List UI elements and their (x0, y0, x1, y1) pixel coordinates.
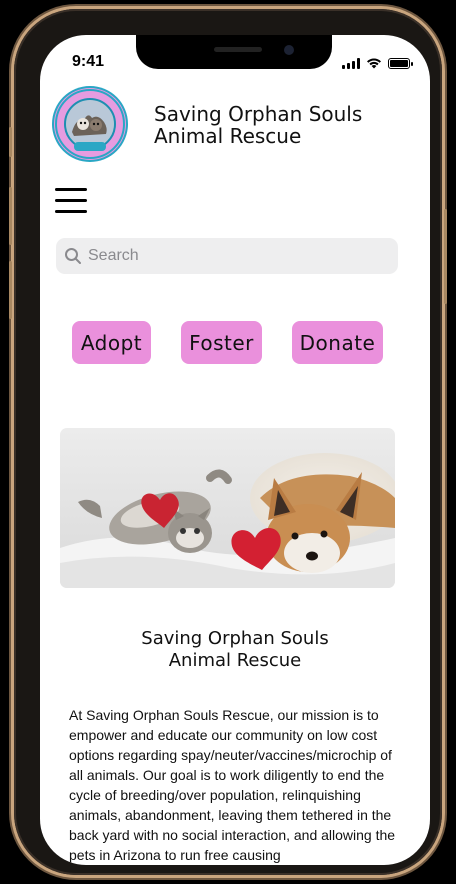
search-input[interactable] (86, 246, 380, 266)
status-time: 9:41 (72, 53, 105, 70)
phone-frame: 9:41 Saving Orphan Souls Animal Rescue S… (9, 9, 447, 875)
status-icons (342, 57, 413, 69)
foster-button[interactable]: Foster (181, 321, 262, 364)
speaker-grille (214, 47, 262, 52)
side-button-volume-down (9, 261, 12, 319)
donate-button[interactable]: Donate (292, 321, 383, 364)
search-bar[interactable] (56, 238, 398, 274)
mission-statement: At Saving Orphan Souls Rescue, our missi… (69, 707, 396, 863)
cellular-signal-icon (342, 57, 360, 69)
hamburger-menu-icon[interactable] (55, 188, 87, 214)
front-camera (284, 45, 294, 55)
wifi-icon (367, 58, 381, 69)
brand-title: Saving Orphan Souls Animal Rescue (154, 102, 363, 148)
battery-icon (388, 57, 413, 69)
side-button-volume-up (9, 187, 12, 245)
notch (136, 35, 332, 69)
side-button-power (444, 209, 447, 304)
adopt-button[interactable]: Adopt (72, 321, 151, 364)
search-icon (65, 248, 81, 264)
sos-logo[interactable] (54, 88, 126, 160)
side-button-silent (9, 127, 12, 157)
screen: 9:41 Saving Orphan Souls Animal Rescue S… (40, 35, 430, 865)
section-title: Saving Orphan Souls Animal Rescue (141, 628, 329, 671)
logo-ring (55, 89, 125, 159)
hero-image-kitten-and-puppy (60, 428, 395, 588)
